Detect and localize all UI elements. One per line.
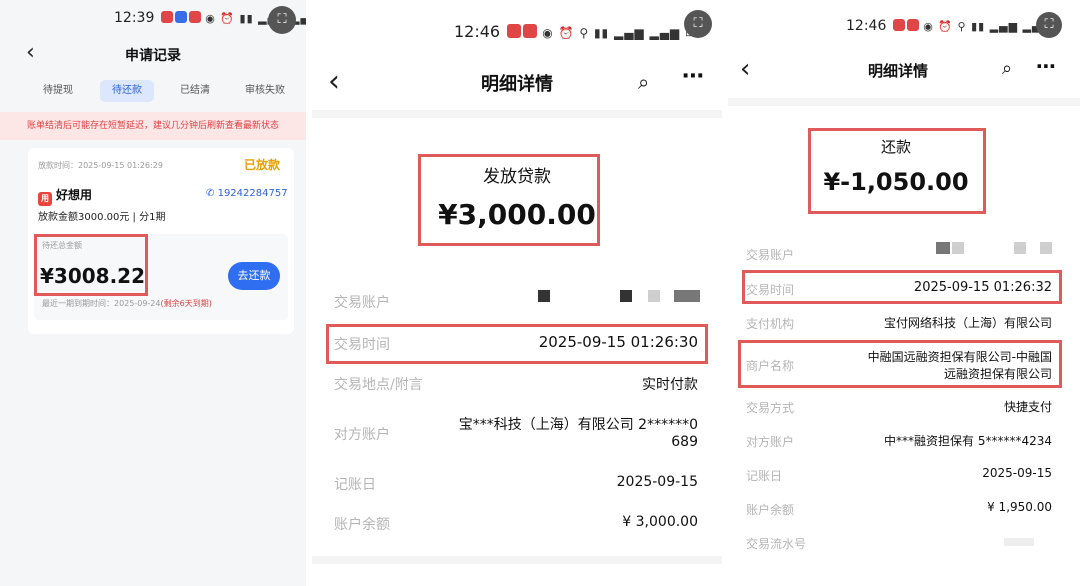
status-time: 12:46 bbox=[846, 18, 887, 34]
transaction-detail-screen-loan: 12:46 ◉ ⏰ ⚲ ▮▮ ▂▄▆ ▂▄▆ ▭ ⛶ ‹ 明细详情 ⌕ ⋯ 发放… bbox=[312, 0, 722, 586]
notification-icon bbox=[523, 24, 538, 38]
row-label-account: 交易账户 bbox=[746, 248, 795, 262]
highlight-box bbox=[34, 234, 148, 296]
notification-icon bbox=[906, 19, 919, 31]
highlight-box bbox=[808, 128, 986, 214]
row-value-transaction-method: 快捷支付 bbox=[1003, 400, 1052, 414]
divider bbox=[728, 98, 1080, 106]
lender-logo-icon: 用 bbox=[38, 192, 52, 206]
more-icon[interactable]: ⋯ bbox=[682, 64, 704, 89]
row-value-note: 实时付款 bbox=[642, 377, 698, 393]
transaction-detail-screen-repayment: 12:46 ◉ ⏰ ⚲ ▮▮ ▂▄▆ ▂▄▆ ⛶ ‹ 明细详情 ⌕ ⋯ 还款 ¥… bbox=[728, 0, 1080, 586]
row-value-payment-institution: 宝付网络科技（上海）有限公司 bbox=[883, 316, 1052, 330]
masked-block bbox=[936, 242, 950, 254]
masked-block bbox=[1004, 538, 1034, 546]
row-value-counterparty: 中***融资担保有 5******4234 bbox=[884, 434, 1052, 448]
status-time: 12:46 bbox=[454, 22, 501, 41]
row-label-counterparty: 对方账户 bbox=[746, 435, 795, 449]
notification-icon bbox=[892, 19, 905, 31]
masked-block bbox=[1040, 242, 1052, 254]
highlight-box bbox=[738, 340, 1062, 388]
search-icon[interactable]: ⌕ bbox=[1002, 58, 1012, 79]
loan-records-screen: 12:39 ◉ ⏰ ▮▮ ▂▄▆ ▂▄▆ ⛶ ‹ 申请记录 待提现 待还款 已结… bbox=[0, 0, 306, 586]
page-title: 明细详情 bbox=[481, 74, 553, 95]
last-due-date: 最近一期到期时间：2025-09-24(剩余6天到期) bbox=[42, 299, 212, 308]
tab-pending-repayment[interactable]: 待还款 bbox=[100, 80, 154, 102]
phone-link[interactable]: ✆ 19242284757 bbox=[206, 188, 288, 199]
row-label-booking-date: 记账日 bbox=[746, 469, 783, 483]
loan-detail: 放款金额3000.00元 | 分1期 bbox=[38, 212, 166, 223]
status-bar: 12:46 ◉ ⏰ ⚲ ▮▮ ▂▄▆ ▂▄▆ bbox=[846, 18, 1051, 34]
row-label-balance: 账户余额 bbox=[334, 517, 390, 533]
notification-icon bbox=[507, 24, 522, 38]
signal-icons: ◉ ⏰ ⚲ ▮▮ ▂▄▆ ▂▄▆ bbox=[923, 20, 1051, 33]
masked-block bbox=[648, 290, 660, 302]
screenshot-icon[interactable]: ⛶ bbox=[1036, 12, 1062, 38]
highlight-box bbox=[418, 154, 600, 246]
row-label-account: 交易账户 bbox=[334, 295, 390, 311]
more-icon[interactable]: ⋯ bbox=[1036, 54, 1056, 78]
row-value-booking-date: 2025-09-15 bbox=[982, 466, 1052, 480]
masked-block bbox=[674, 290, 700, 302]
divider bbox=[312, 556, 722, 564]
notification-icon bbox=[160, 11, 173, 23]
status-bar: 12:46 ◉ ⏰ ⚲ ▮▮ ▂▄▆ ▂▄▆ ▭ bbox=[454, 22, 697, 41]
tab-review-failed[interactable]: 审核失败 bbox=[236, 80, 294, 102]
screenshot-icon[interactable]: ⛶ bbox=[684, 10, 712, 38]
phone-icon: ✆ bbox=[206, 188, 215, 199]
masked-block bbox=[952, 242, 964, 254]
masked-block bbox=[1014, 242, 1026, 254]
tab-settled[interactable]: 已结清 bbox=[168, 80, 222, 102]
row-value-booking-date: 2025-09-15 bbox=[616, 474, 698, 490]
row-value-counterparty: 宝***科技（上海）有限公司 2******0 bbox=[458, 417, 698, 433]
row-label-transaction-method: 交易方式 bbox=[746, 401, 795, 415]
highlight-box bbox=[326, 324, 708, 364]
divider bbox=[312, 110, 722, 118]
row-value-counterparty-line2: 689 bbox=[671, 434, 698, 450]
notification-icon bbox=[188, 11, 201, 23]
screenshot-icon[interactable]: ⛶ bbox=[268, 6, 296, 34]
row-label-booking-date: 记账日 bbox=[334, 477, 376, 493]
page-title: 明细详情 bbox=[867, 62, 928, 80]
row-label-payment-institution: 支付机构 bbox=[746, 317, 795, 331]
row-label-serial-number: 交易流水号 bbox=[746, 537, 807, 551]
row-value-balance: ¥ 3,000.00 bbox=[622, 514, 698, 530]
repay-button[interactable]: 去还款 bbox=[228, 262, 280, 290]
lender-name: 用好想用 bbox=[38, 186, 92, 206]
notice-banner: 账单结清后可能存在短暂延迟，建议几分钟后刷新查看最新状态 bbox=[0, 112, 306, 140]
page-title: 申请记录 bbox=[125, 48, 181, 64]
tab-pending-withdrawal[interactable]: 待提现 bbox=[32, 80, 84, 102]
masked-block bbox=[620, 290, 632, 302]
status-badge: 已放款 bbox=[244, 158, 281, 172]
loan-time: 放款时间：2025-09-15 01:26:29 bbox=[38, 161, 163, 170]
row-label-balance: 账户余额 bbox=[746, 503, 795, 517]
status-time: 12:39 bbox=[114, 10, 155, 26]
notification-icon bbox=[174, 11, 187, 23]
row-label-note: 交易地点/附言 bbox=[334, 377, 423, 393]
highlight-box bbox=[742, 270, 1062, 304]
row-label-counterparty: 对方账户 bbox=[334, 427, 390, 443]
signal-icons: ◉ ⏰ ⚲ ▮▮ ▂▄▆ ▂▄▆ ▭ bbox=[542, 26, 698, 40]
row-value-balance: ¥ 1,950.00 bbox=[987, 500, 1052, 514]
search-icon[interactable]: ⌕ bbox=[638, 70, 649, 94]
masked-block bbox=[538, 290, 550, 302]
